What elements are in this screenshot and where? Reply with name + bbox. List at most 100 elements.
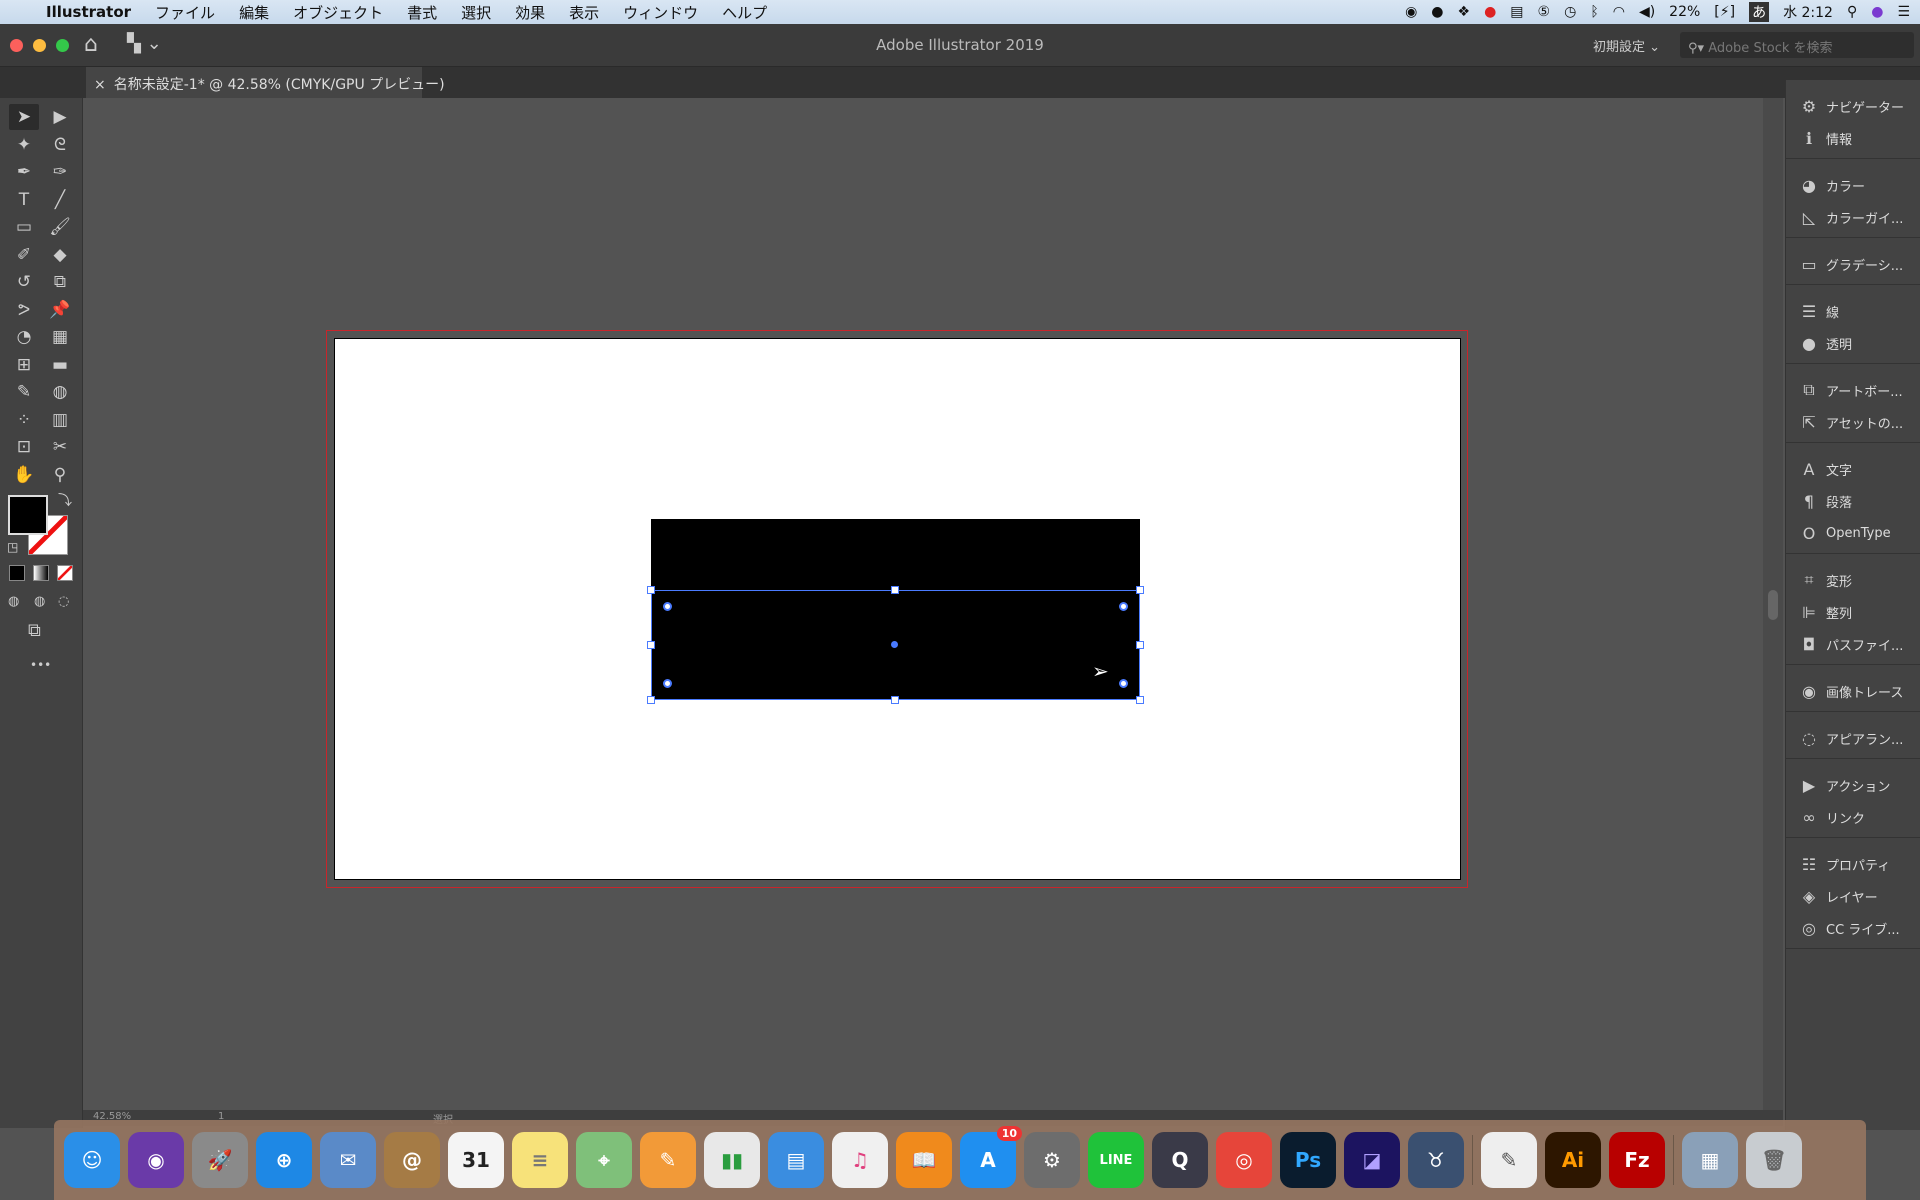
eyedropper-tool-icon[interactable]: ✎ — [9, 379, 39, 405]
pages-icon[interactable]: ✎ — [640, 1132, 696, 1188]
mesh-tool-icon[interactable]: ⊞ — [9, 352, 39, 378]
magic-wand-tool-icon[interactable]: ✦ — [9, 132, 39, 158]
column-graph-tool-icon[interactable]: ▥ — [45, 407, 75, 433]
panel-opentype[interactable]: O OpenType — [1786, 519, 1920, 547]
panel-paragraph[interactable]: ¶ 段落 — [1786, 487, 1920, 515]
battery-text[interactable]: 22% — [1669, 4, 1700, 20]
notes-icon[interactable]: ≡ — [512, 1132, 568, 1188]
corner-widget-br[interactable] — [1119, 679, 1128, 688]
panel-layers[interactable]: ◈ レイヤー — [1786, 882, 1920, 910]
document-tab[interactable]: × 名称未設定-1* @ 42.58% (CMYK/GPU プレビュー) — [86, 67, 445, 98]
panel-color[interactable]: ◕ カラー — [1786, 171, 1920, 199]
direct-selection-tool-icon[interactable]: ▶ — [45, 104, 75, 130]
panel-actions[interactable]: ▶ アクション — [1786, 771, 1920, 799]
puppet-warp-tool-icon[interactable]: 📌 — [45, 297, 75, 323]
menu-1[interactable]: 編集 — [227, 2, 281, 23]
clock[interactable]: 水 2:12 — [1783, 2, 1833, 22]
perspective-grid-tool-icon[interactable]: ▦ — [45, 324, 75, 350]
resize-handle-br[interactable] — [1136, 696, 1144, 704]
resize-handle-bl[interactable] — [647, 696, 655, 704]
none-mode-button[interactable] — [57, 565, 73, 581]
gradient-mode-button[interactable] — [33, 565, 49, 581]
corner-widget-tl[interactable] — [663, 602, 672, 611]
spotlight-icon[interactable]: ⚲ — [1847, 4, 1857, 20]
swap-fill-stroke-icon[interactable]: ⤵ — [58, 490, 72, 510]
menu-0[interactable]: ファイル — [143, 2, 227, 23]
hand-tool-icon[interactable]: ✋ — [9, 462, 39, 488]
line-icon[interactable]: LINE — [1088, 1132, 1144, 1188]
symbol-sprayer-tool-icon[interactable]: ⁘ — [9, 407, 39, 433]
draw-inside-icon[interactable]: ◌ — [58, 594, 69, 609]
menu-4[interactable]: 選択 — [449, 2, 503, 23]
maps-icon[interactable]: ⌖ — [576, 1132, 632, 1188]
volume-icon[interactable]: ◀) — [1639, 4, 1655, 20]
time-machine-icon[interactable]: ◷ — [1564, 4, 1576, 20]
chrome-icon[interactable]: ◎ — [1216, 1132, 1272, 1188]
shaper-tool-icon[interactable]: ✐ — [9, 242, 39, 268]
resize-handle-r[interactable] — [1136, 641, 1144, 649]
numbers-icon[interactable]: ▮▮ — [704, 1132, 760, 1188]
keynote-icon[interactable]: ▤ — [768, 1132, 824, 1188]
panel-properties[interactable]: ☷ プロパティ — [1786, 850, 1920, 878]
resize-handle-tl[interactable] — [647, 586, 655, 594]
scroll-thumb[interactable] — [1768, 590, 1778, 620]
rectangle-tool-icon[interactable]: ▭ — [9, 214, 39, 240]
creative-cloud-icon[interactable]: ● — [1484, 4, 1496, 20]
system-preferences-icon[interactable]: ⚙ — [1024, 1132, 1080, 1188]
panel-asset-export[interactable]: ⇱ アセットの... — [1786, 408, 1920, 436]
lasso-tool-icon[interactable]: ᘓ — [45, 132, 75, 158]
adobe-stock-search[interactable]: ⚲▾ Adobe Stock を検索 — [1680, 32, 1914, 58]
books-icon[interactable]: 📖 — [896, 1132, 952, 1188]
default-colors-icon[interactable]: ◳ — [7, 540, 18, 554]
textedit-icon[interactable]: ✎ — [1481, 1132, 1537, 1188]
rectangle-top[interactable] — [651, 519, 1140, 590]
menu-app[interactable]: Illustrator — [34, 3, 143, 21]
app-store-icon[interactable]: A 10 — [960, 1126, 1022, 1188]
corner-widget-tr[interactable] — [1119, 602, 1128, 611]
resize-handle-t[interactable] — [891, 586, 899, 594]
resize-handle-tr[interactable] — [1136, 586, 1144, 594]
panel-character[interactable]: A 文字 — [1786, 455, 1920, 483]
battery-icon[interactable]: [⚡] — [1714, 4, 1735, 20]
trash-icon[interactable]: 🗑 — [1746, 1132, 1802, 1188]
panel-info[interactable]: ℹ 情報 — [1786, 124, 1920, 152]
menu-3[interactable]: 書式 — [395, 2, 449, 23]
line-icon[interactable]: ● — [1431, 4, 1443, 20]
panel-transparency[interactable]: ● 透明 — [1786, 329, 1920, 357]
illustrator-icon[interactable]: Ai — [1545, 1132, 1601, 1188]
bull-app-icon[interactable]: ♉ — [1408, 1132, 1464, 1188]
screen-record-icon[interactable]: ◉ — [1405, 4, 1417, 20]
panel-appearance[interactable]: ◌ アピアラン... — [1786, 724, 1920, 752]
html5-icon[interactable]: ⑤ — [1538, 4, 1551, 20]
filezilla-icon[interactable]: Fz — [1609, 1132, 1665, 1188]
finder-icon[interactable]: ☺ — [64, 1132, 120, 1188]
itunes-icon[interactable]: ♫ — [832, 1132, 888, 1188]
gradient-tool-icon[interactable]: ▬ — [45, 352, 75, 378]
curvature-tool-icon[interactable]: ✑ — [45, 159, 75, 185]
media-encoder-icon[interactable]: ◪ — [1344, 1132, 1400, 1188]
screen-mode-icon[interactable]: ⧉ — [28, 620, 41, 641]
panel-image-trace[interactable]: ◉ 画像トレース — [1786, 677, 1920, 705]
menu-6[interactable]: 表示 — [557, 2, 611, 23]
ime-indicator[interactable]: あ — [1749, 2, 1770, 22]
artboard-tool-icon[interactable]: ⊡ — [9, 434, 39, 460]
siri-icon[interactable]: ● — [1871, 4, 1883, 20]
panel-cc-libraries[interactable]: ◎ CC ライブ... — [1786, 914, 1920, 942]
scale-tool-icon[interactable]: ⧉ — [45, 269, 75, 295]
bluetooth-icon[interactable]: ᛒ — [1590, 4, 1598, 20]
photos-stack-icon[interactable]: ▦ — [1682, 1132, 1738, 1188]
type-tool-icon[interactable]: T — [9, 187, 39, 213]
panel-color-guide[interactable]: ◺ カラーガイ... — [1786, 203, 1920, 231]
panel-artboards[interactable]: ⧉ アートボー... — [1786, 376, 1920, 404]
draw-normal-icon[interactable]: ◍ — [8, 594, 19, 609]
resize-handle-b[interactable] — [891, 696, 899, 704]
menu-5[interactable]: 効果 — [503, 2, 557, 23]
warp-tool-icon[interactable]: ᕗ — [9, 297, 39, 323]
safari-icon[interactable]: ⊕ — [256, 1132, 312, 1188]
photoshop-icon[interactable]: Ps — [1280, 1132, 1336, 1188]
selection-bounding-box[interactable]: ➢ — [647, 586, 1144, 704]
pen-tool-icon[interactable]: ✒ — [9, 159, 39, 185]
fill-swatch[interactable] — [8, 495, 48, 535]
workspace-switcher[interactable]: 初期設定 ⌄ — [1593, 36, 1660, 55]
siri-icon[interactable]: ◉ — [128, 1132, 184, 1188]
